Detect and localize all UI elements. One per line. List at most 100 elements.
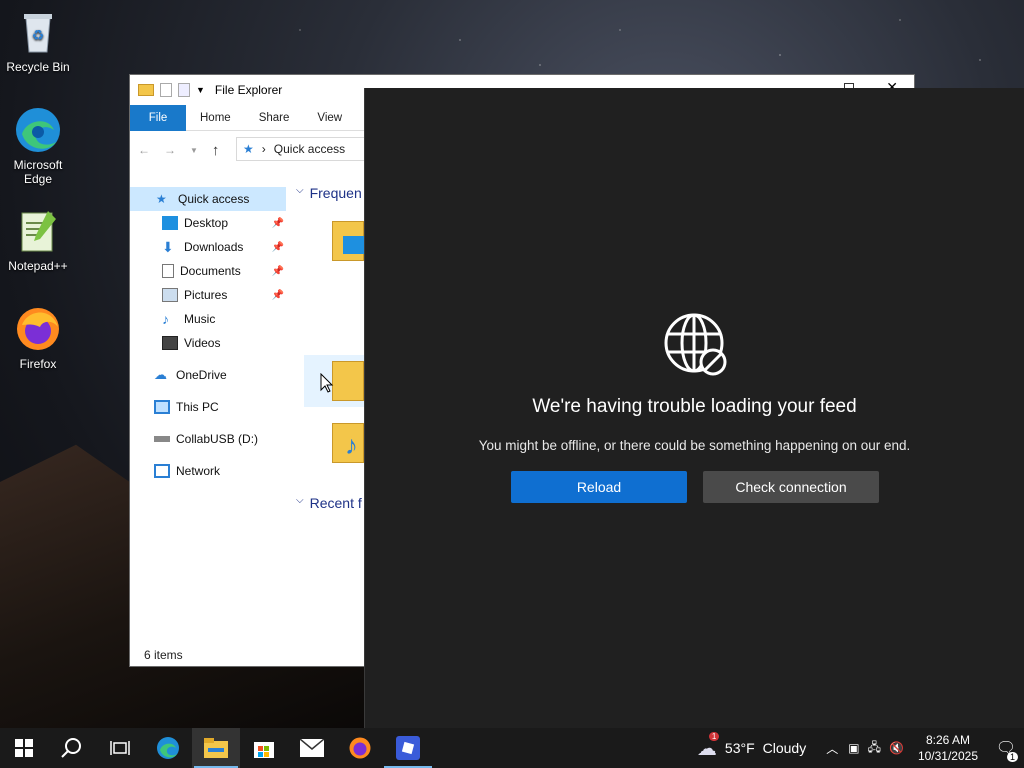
reload-button[interactable]: Reload [511,471,687,503]
nav-item-label: Network [176,464,221,478]
taskbar-app[interactable] [384,728,432,768]
taskbar-edge[interactable] [144,728,192,768]
nav-item-onedrive[interactable]: ☁ OneDrive [130,363,290,387]
nav-item-videos[interactable]: Videos [130,331,290,355]
nav-item-network[interactable]: Network [130,459,290,483]
taskbar: ☁ 1 53°F Cloudy ︿ ▣ 🖧 🔇 8:26 AM 10/31/20… [0,728,1024,768]
back-arrow-icon[interactable]: ← [138,143,150,157]
address-bar[interactable]: ★ › Quick access [236,137,366,161]
nav-item-this-pc[interactable]: This PC [130,395,290,419]
navigation-pane: ★ Quick access Desktop 📌 ⬇ Downloads 📌 D… [130,187,290,642]
pin-icon: 📌 [271,265,284,277]
news-feed-panel: We're having trouble loading your feed Y… [364,88,1024,728]
window-title: File Explorer [214,83,283,97]
taskbar-mail[interactable] [288,728,336,768]
task-view-icon [110,741,130,755]
taskbar-firefox[interactable] [336,728,384,768]
nav-item-desktop[interactable]: Desktop 📌 [130,211,290,235]
properties-icon[interactable] [160,83,172,97]
feed-error-title: We're having trouble loading your feed [532,396,857,417]
desktop-icon-edge[interactable]: Microsoft Edge [0,106,76,186]
nav-item-label: Downloads [184,240,244,254]
nav-item-music[interactable]: ♪ Music [130,307,290,331]
music-note-icon: ♪ [162,311,169,327]
check-connection-button[interactable]: Check connection [703,471,879,503]
clock-date: 10/31/2025 [917,749,978,763]
search-button[interactable] [48,728,96,768]
taskbar-file-explorer[interactable] [192,728,240,768]
tab-share[interactable]: Share [245,105,304,131]
section-frequent[interactable]: ⌵ Frequen [296,185,362,201]
nav-item-documents[interactable]: Documents 📌 [130,259,290,283]
svg-text:♻: ♻ [32,27,45,43]
weather-temp: 53°F [724,740,755,756]
desktop-folder-icon [162,216,178,230]
recycle-bin-icon: ♻ [14,8,62,56]
nav-item-label: CollabUSB (D:) [176,432,259,446]
desktop-icon-label: Firefox [19,357,57,371]
cloud-icon: ☁ 1 [697,731,720,761]
up-arrow-icon[interactable]: ↑ [212,142,220,159]
nav-item-label: Music [184,312,216,326]
clock[interactable]: 8:26 AM 10/31/2025 [918,732,978,764]
folder-icon [204,738,228,758]
star-icon: ★ [243,142,254,156]
recent-locations-icon[interactable]: ▼ [190,146,198,155]
folder-item[interactable] [332,221,365,261]
pin-icon: 📌 [271,289,284,301]
nav-item-label: Videos [184,336,221,350]
new-folder-icon[interactable] [178,83,190,97]
nav-item-label: Quick access [178,192,250,206]
section-title: Recent f [309,495,362,511]
forward-arrow-icon[interactable]: → [164,143,176,157]
meet-now-icon[interactable]: ▣ [848,741,859,755]
edge-icon [157,737,179,759]
tab-file[interactable]: File [130,104,186,131]
desktop-folder-icon [343,236,365,254]
weather-condition: Cloudy [762,740,807,756]
taskbar-store[interactable] [240,728,288,768]
desktop-icon-notepadpp[interactable]: Notepad++ [0,207,76,273]
pin-icon: 📌 [271,217,284,229]
nav-item-label: This PC [176,400,219,414]
folder-icon [138,84,154,96]
videos-icon [162,336,178,350]
chevron-up-icon[interactable]: ︿ [826,740,838,757]
chevron-down-icon: ⌵ [296,495,304,506]
chevron-down-icon: ⌵ [296,185,304,196]
nav-item-downloads[interactable]: ⬇ Downloads 📌 [130,235,290,259]
desktop-icon-recycle-bin[interactable]: ♻ Recycle Bin [0,8,76,74]
star-icon: ★ [156,192,167,206]
desktop-icon-label: Recycle Bin [6,60,70,74]
nav-item-pictures[interactable]: Pictures 📌 [130,283,290,307]
weather-widget[interactable]: ☁ 1 53°F Cloudy [697,731,807,761]
folder-item[interactable]: ♪ [332,423,364,463]
tab-home[interactable]: Home [186,105,245,131]
mail-icon [300,739,324,757]
section-recent[interactable]: ⌵ Recent f [296,495,362,511]
tab-view[interactable]: View [303,105,356,131]
pin-icon: 📌 [271,241,284,253]
edge-icon [14,106,62,154]
download-arrow-icon: ⬇ [162,239,174,255]
status-bar: 6 items [144,648,183,662]
notification-button[interactable]: 🗨 1 [988,738,1024,762]
start-button[interactable] [0,728,48,768]
chevron-down-icon[interactable]: ▼ [196,85,205,95]
volume-muted-icon[interactable]: 🔇 [889,741,904,755]
network-icon [154,464,170,478]
nav-item-label: OneDrive [176,368,227,382]
desktop-icon-firefox[interactable]: Firefox [0,305,76,371]
mouse-cursor-icon [320,372,334,396]
section-title: Frequen [309,185,362,201]
network-icon[interactable]: 🖧 [868,738,881,759]
drive-icon [154,436,170,442]
monitor-icon [154,400,170,414]
clock-time: 8:26 AM [925,733,970,747]
nav-item-quick-access[interactable]: ★ Quick access [130,187,286,211]
task-view-button[interactable] [96,728,144,768]
notification-count: 1 [1006,752,1018,762]
nav-item-collabusb[interactable]: CollabUSB (D:) [130,427,290,451]
desktop-icon-label: Microsoft Edge [13,158,63,186]
folder-item[interactable] [304,355,364,407]
